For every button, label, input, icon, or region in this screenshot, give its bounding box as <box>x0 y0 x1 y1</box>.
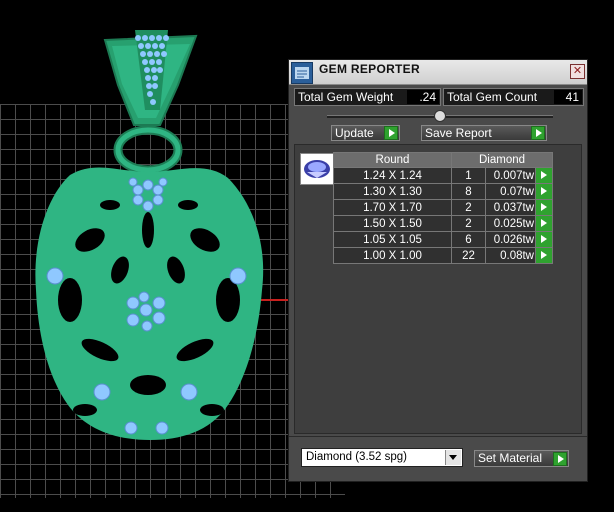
set-material-button[interactable]: Set Material <box>474 450 569 467</box>
column-header-shape: Round <box>333 152 452 168</box>
save-report-button-label: Save Report <box>425 126 492 140</box>
gem-table: Round Diamond 1.24 X 1.24 1 0.007tw 1.30… <box>333 152 553 264</box>
column-header-material: Diamond <box>451 152 553 168</box>
total-gem-weight-label: Total Gem Weight <box>298 90 394 104</box>
gem-weight: 0.007tw <box>485 167 536 184</box>
row-select-arrow-icon[interactable] <box>535 231 553 248</box>
gem-reporter-panel: GEM REPORTER ✕ Total Gem Weight .24 Tota… <box>288 59 588 482</box>
gem-weight: 0.026tw <box>485 231 536 248</box>
row-select-arrow-icon[interactable] <box>535 215 553 232</box>
row-select-arrow-icon[interactable] <box>535 247 553 264</box>
gem-count: 2 <box>451 199 486 216</box>
table-row: 1.50 X 1.50 2 0.025tw <box>333 215 553 232</box>
play-arrow-icon <box>384 126 398 140</box>
slider-thumb[interactable] <box>434 110 446 122</box>
gem-count: 1 <box>451 167 486 184</box>
play-arrow-icon <box>553 452 567 466</box>
total-gem-count-value: 41 <box>554 90 582 104</box>
table-row: 1.00 X 1.00 22 0.08tw <box>333 247 553 264</box>
table-header-row: Round Diamond <box>333 152 553 168</box>
gem-count: 8 <box>451 183 486 200</box>
set-material-button-label: Set Material <box>478 451 543 465</box>
total-gem-count-label: Total Gem Count <box>447 90 538 104</box>
row-select-arrow-icon[interactable] <box>535 199 553 216</box>
update-button-label: Update <box>335 126 374 140</box>
gem-reporter-icon <box>291 62 313 84</box>
gem-weight: 0.07tw <box>485 183 536 200</box>
gem-size: 1.05 X 1.05 <box>333 231 452 248</box>
panel-title: GEM REPORTER <box>319 62 420 76</box>
material-select[interactable]: Diamond (3.52 spg) <box>301 448 463 467</box>
update-button[interactable]: Update <box>331 125 400 141</box>
close-icon[interactable]: ✕ <box>570 64 585 79</box>
table-row: 1.05 X 1.05 6 0.026tw <box>333 231 553 248</box>
total-gem-weight: Total Gem Weight .24 <box>294 88 441 106</box>
gem-size: 1.70 X 1.70 <box>333 199 452 216</box>
material-select-value: Diamond (3.52 spg) <box>306 451 407 463</box>
3d-viewport[interactable]: GEM REPORTER ✕ Total Gem Weight .24 Tota… <box>0 0 614 512</box>
row-select-arrow-icon[interactable] <box>535 183 553 200</box>
total-gem-count: Total Gem Count 41 <box>443 88 584 106</box>
gem-count: 22 <box>451 247 486 264</box>
dropdown-arrow-icon[interactable] <box>445 450 461 465</box>
divider <box>289 436 587 437</box>
gem-size: 1.30 X 1.30 <box>333 183 452 200</box>
gem-weight: 0.08tw <box>485 247 536 264</box>
table-row: 1.30 X 1.30 8 0.07tw <box>333 183 553 200</box>
play-arrow-icon <box>531 126 545 140</box>
row-select-arrow-icon[interactable] <box>535 167 553 184</box>
save-report-button[interactable]: Save Report <box>421 125 547 141</box>
panel-titlebar[interactable]: GEM REPORTER ✕ <box>289 60 587 85</box>
table-row: 1.70 X 1.70 2 0.037tw <box>333 199 553 216</box>
gem-size: 1.00 X 1.00 <box>333 247 452 264</box>
round-diamond-icon[interactable] <box>300 153 334 185</box>
gem-count: 2 <box>451 215 486 232</box>
table-row: 1.24 X 1.24 1 0.007tw <box>333 167 553 184</box>
gem-weight: 0.025tw <box>485 215 536 232</box>
gem-size: 1.24 X 1.24 <box>333 167 452 184</box>
gem-size: 1.50 X 1.50 <box>333 215 452 232</box>
gem-count: 6 <box>451 231 486 248</box>
total-gem-weight-value: .24 <box>407 90 439 104</box>
gem-weight: 0.037tw <box>485 199 536 216</box>
